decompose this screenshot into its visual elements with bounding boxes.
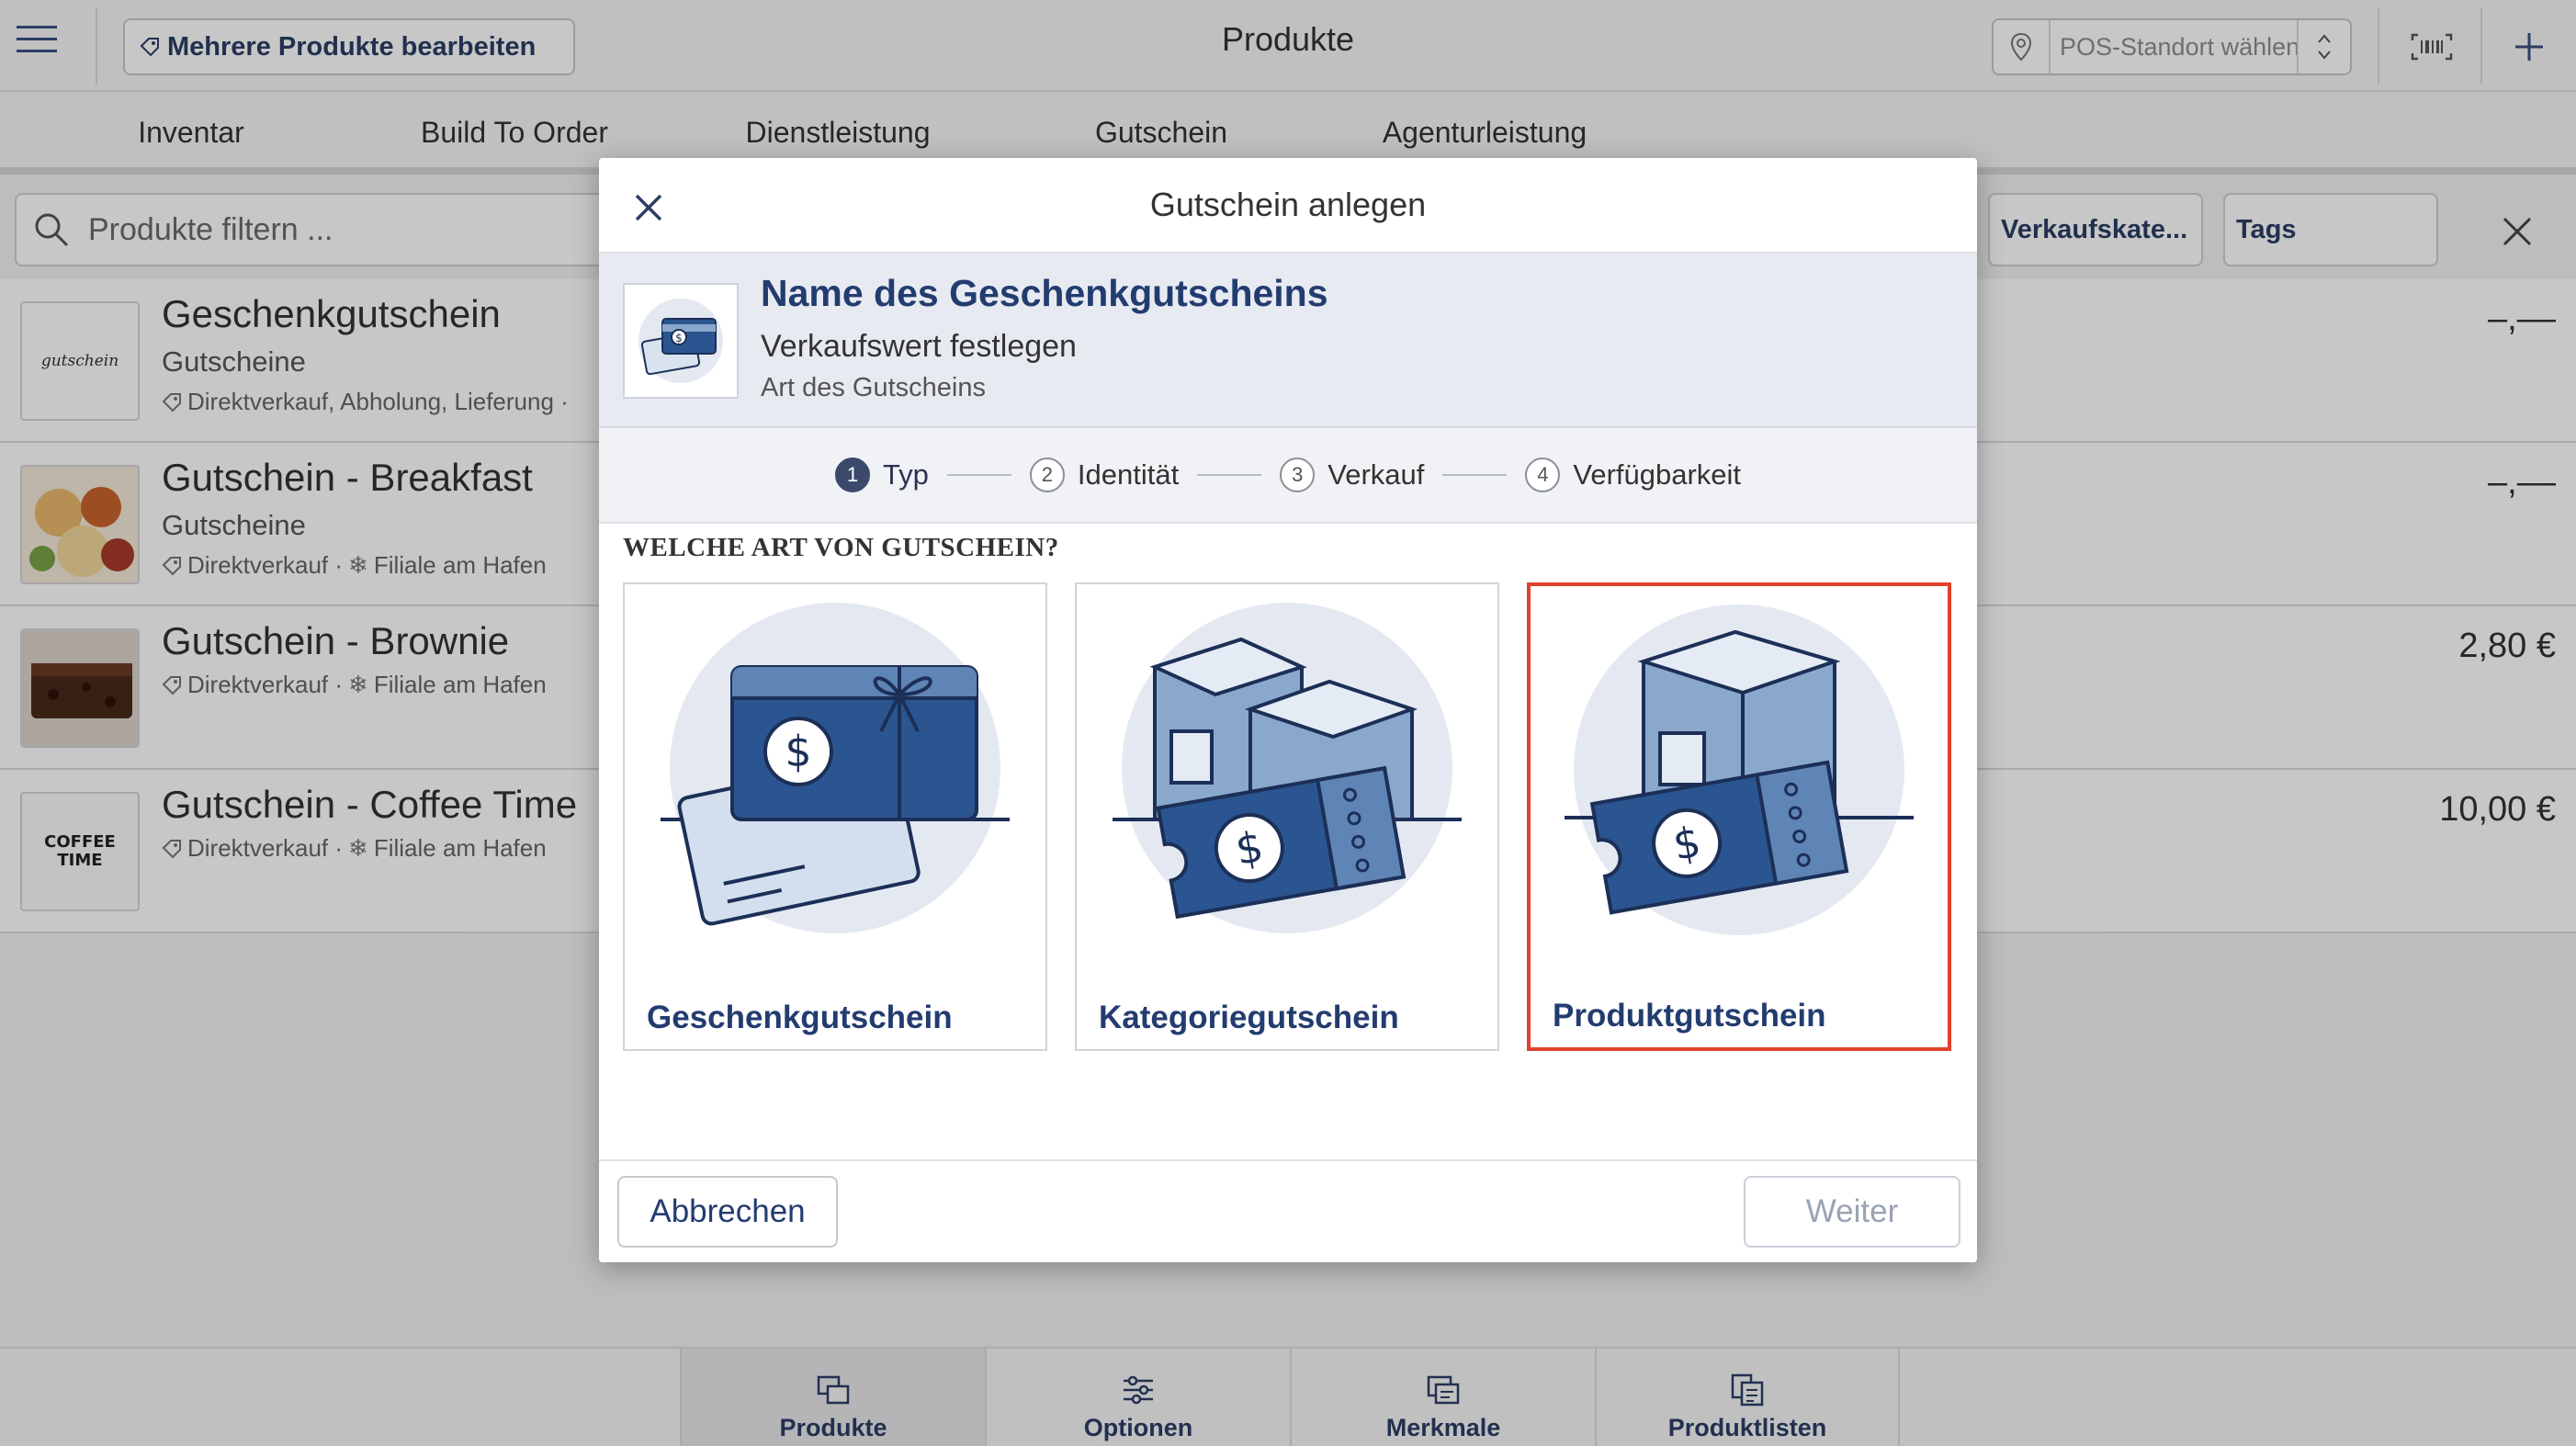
wizard-steps: 1 Typ 2 Identität 3 Verkauf 4 Verfügbark… [599,428,1977,524]
dialog-footer: Abbrechen Weiter [599,1159,1977,1262]
option-label: Produktgutschein [1553,998,1826,1034]
product-voucher-illustration: $ [1531,604,1948,935]
option-label: Kategoriegutschein [1099,1000,1399,1035]
create-voucher-dialog: Gutschein anlegen $ Name des Geschenkgut… [599,158,1977,1262]
option-category-voucher[interactable]: $ Kategoriegutschein [1075,582,1499,1051]
step-availability: 4 Verfügbarkeit [1525,458,1741,492]
step-connector [1197,474,1262,476]
svg-text:$: $ [785,727,811,776]
step-number: 2 [1029,458,1065,492]
dialog-title: Gutschein anlegen [1149,186,1427,223]
voucher-type-question: WELCHE ART VON GUTSCHEIN? [623,533,1059,562]
voucher-type: Art des Gutscheins [761,373,986,402]
voucher-sale-value: Verkaufswert festlegen [761,329,1077,364]
step-number: 3 [1280,458,1316,492]
category-voucher-illustration: $ [1077,603,1497,933]
voucher-summary: $ Name des Geschenkgutscheins Verkaufswe… [599,254,1977,428]
step-label: Verkauf [1328,458,1425,491]
step-label: Identität [1077,458,1180,491]
step-sales: 3 Verkauf [1280,458,1424,492]
cancel-button[interactable]: Abbrechen [617,1176,838,1248]
option-label: Geschenkgutschein [647,1000,953,1035]
step-type: 1 Typ [834,458,929,492]
voucher-name: Name des Geschenkgutscheins [761,272,1328,314]
step-connector [1442,474,1508,476]
step-identity: 2 Identität [1029,458,1180,492]
next-button[interactable]: Weiter [1744,1176,1960,1248]
gift-card-illustration: $ [625,603,1045,933]
option-gift-voucher[interactable]: $ Geschenkgutschein [623,582,1047,1051]
step-number: 4 [1525,458,1561,492]
step-label: Verfügbarkeit [1573,458,1742,491]
step-connector [946,474,1011,476]
step-label: Typ [882,458,929,491]
step-number: 1 [834,458,870,492]
svg-text:$: $ [675,332,683,345]
option-product-voucher[interactable]: $ Produktgutschein [1527,582,1951,1051]
gift-card-icon: $ [623,283,739,399]
dialog-header: Gutschein anlegen [599,158,1977,254]
